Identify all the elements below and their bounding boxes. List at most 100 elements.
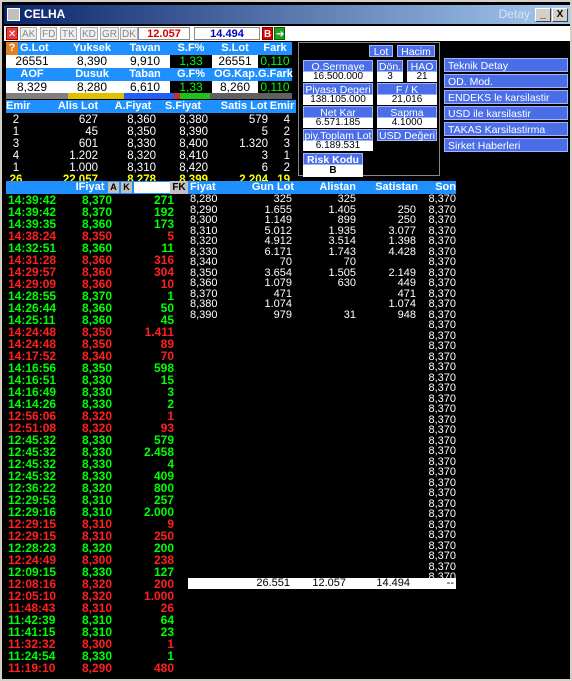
price-son-row: 8,370 [188, 425, 456, 436]
price-son-row: 8,370 [188, 372, 456, 384]
value-slot: 26551 [218, 54, 252, 68]
price-son-row: 8,370 [188, 341, 456, 352]
price-son-row: 8,370 [188, 383, 456, 394]
price-son-row: 8,370 [188, 498, 456, 510]
usd-label[interactable]: USD Değeri [377, 129, 437, 142]
price-level: 8,390 [190, 308, 218, 321]
trade-lot: 15 [160, 373, 174, 387]
lot-button[interactable]: Lot [369, 45, 393, 58]
toolbar-button-kd[interactable]: KD [80, 27, 98, 40]
header-satis-lot: Satis Lot [220, 100, 268, 112]
depth-cell-a-fiyat: 8,330 [127, 138, 156, 150]
depth-cell-a-fiyat: 8,360 [127, 114, 156, 126]
buy-button[interactable]: B [262, 27, 273, 40]
value-fark: 0,110 [258, 55, 292, 68]
price-row: 8,390 979 31 948 8,370 [188, 308, 456, 321]
depth-cell-alis-lot: 601 [78, 138, 98, 150]
depth-row: 4 1.202 8,320 8,410 3 1 [6, 150, 296, 162]
price-row: 8,330 6.171 1.743 4.428 8,370 [188, 245, 456, 258]
menu-sirket-haberleri[interactable]: Sirket Haberleri [444, 138, 568, 152]
depth-header: Emir Alis Lot A.Fiyat S.Fiyat Satis Lot … [6, 100, 296, 113]
menu-usd[interactable]: USD ile karsilastir [444, 106, 568, 120]
toolbar-button-tk[interactable]: TK [60, 27, 77, 40]
trade-lot: 2.000 [143, 505, 174, 519]
price-son-row: 8,370 [188, 320, 456, 331]
price-satistan: 948 [397, 308, 416, 321]
total-satistan: 14.494 [376, 577, 410, 589]
arrow-right-icon[interactable]: ➔ [274, 27, 285, 40]
price-son-row: 8,370 [188, 414, 456, 426]
filter-a-button[interactable]: A [108, 182, 119, 193]
depth-cell-emir-sell: 4 [283, 114, 290, 126]
trade-lot: 2 [167, 397, 174, 411]
summary1-values: 26551 8,390 9,910 1,33 26551 0,110 [6, 55, 292, 68]
menu-od-mod[interactable]: OD. Mod. [444, 74, 568, 88]
menu-endeks[interactable]: ENDEKS le karsilastir [444, 90, 568, 104]
header-alis-lot: Alis Lot [57, 100, 99, 112]
piytop-value: 6.189.531 [303, 141, 373, 151]
value-sf: 1,33 [170, 55, 212, 68]
info-panel: Lot Hacim O.Sermaye 16.500.000 Dön. 3 HA… [298, 42, 440, 177]
osermaye-value: 16.500.000 [303, 72, 373, 82]
filter-k-button[interactable]: K [121, 182, 132, 193]
trade-time: 11:19:10 [8, 661, 56, 675]
window-title: CELHA [24, 7, 66, 21]
price-son-row: 8,370 [188, 351, 456, 363]
piyasa-value: 138.105.000 [303, 95, 373, 105]
menu-takas[interactable]: TAKAS Karsilastirma [444, 122, 568, 136]
toolbar-button-gr[interactable]: GR [100, 27, 119, 40]
depth-cell-satis-lot: 5 [261, 126, 268, 138]
hacim-button[interactable]: Hacim [397, 45, 435, 58]
trade-lot: 10 [160, 277, 174, 291]
depth-row: 3 601 8,330 8,400 1.320 3 [6, 138, 296, 150]
trade-price: 8,290 [81, 661, 112, 675]
depth-cell-emir-sell: 1 [283, 150, 290, 162]
depth-cell-a-fiyat: 8,320 [127, 150, 156, 162]
price-son-row: 8,370 [188, 467, 456, 478]
close-small-icon[interactable]: ✕ [6, 27, 18, 40]
menu-teknik-detay[interactable]: Teknik Detay [444, 58, 568, 72]
title-bar[interactable]: CELHA Detay _ X [4, 5, 570, 24]
depth-cell-s-fiyat: 8,420 [179, 162, 208, 174]
depth-cell-s-fiyat: 8,410 [179, 150, 208, 162]
header-emir-sell: Emir [269, 100, 295, 112]
depth-row: 1 45 8,350 8,390 5 2 [6, 126, 296, 138]
price-alistan: 31 [343, 308, 356, 321]
price-son-row: 8,370 [188, 446, 456, 457]
depth-cell-emir-buy: 1 [12, 162, 20, 174]
window-subtitle: Detay [498, 7, 530, 21]
trade-lot: 3 [167, 385, 174, 399]
risk-label: Risk Kodu [303, 153, 363, 166]
total-gun-lot: 26.551 [256, 577, 290, 589]
risk-value: B [303, 165, 363, 177]
header-s-fiyat: S.Fiyat [164, 100, 202, 112]
price-son-row: 8,370 [188, 540, 456, 552]
close-button[interactable]: X [552, 8, 568, 22]
price-satistan: 4.428 [388, 245, 416, 258]
hao-value: 21 [407, 72, 437, 82]
depth-cell-satis-lot: 3 [261, 150, 268, 162]
price-son-row: 8,370 [188, 456, 456, 468]
total-son: -- [446, 577, 454, 589]
minimize-button[interactable]: _ [535, 8, 551, 22]
price-son-row: 8,370 [188, 477, 456, 489]
bid-total-field: 12.057 [138, 27, 190, 40]
app-icon [7, 8, 20, 21]
depth-cell-emir-sell: 2 [283, 126, 290, 138]
depth-cell-s-fiyat: 8,400 [179, 138, 208, 150]
toolbar-button-dk[interactable]: DK [120, 27, 138, 40]
price-son-row: 8,370 [188, 509, 456, 520]
fk-value: 21,016 [377, 95, 437, 105]
header-satistan[interactable]: Satistan [360, 181, 418, 194]
price-alistan: 630 [337, 277, 356, 289]
trend-color-bar [6, 93, 292, 99]
total-alistan: 12.057 [312, 577, 346, 589]
toolbar-button-fd[interactable]: FD [40, 27, 58, 40]
depth-cell-emir-sell: 2 [283, 162, 290, 174]
trade-lot: 173 [153, 217, 174, 231]
prices-header: Fiyat Gun Lot Alistan Satistan Son [188, 181, 456, 194]
depth-cell-satis-lot: 6 [261, 162, 268, 174]
filter-input[interactable] [134, 182, 170, 193]
toolbar-button-ak[interactable]: AK [20, 27, 38, 40]
depth-cell-a-fiyat: 8,310 [127, 162, 156, 174]
